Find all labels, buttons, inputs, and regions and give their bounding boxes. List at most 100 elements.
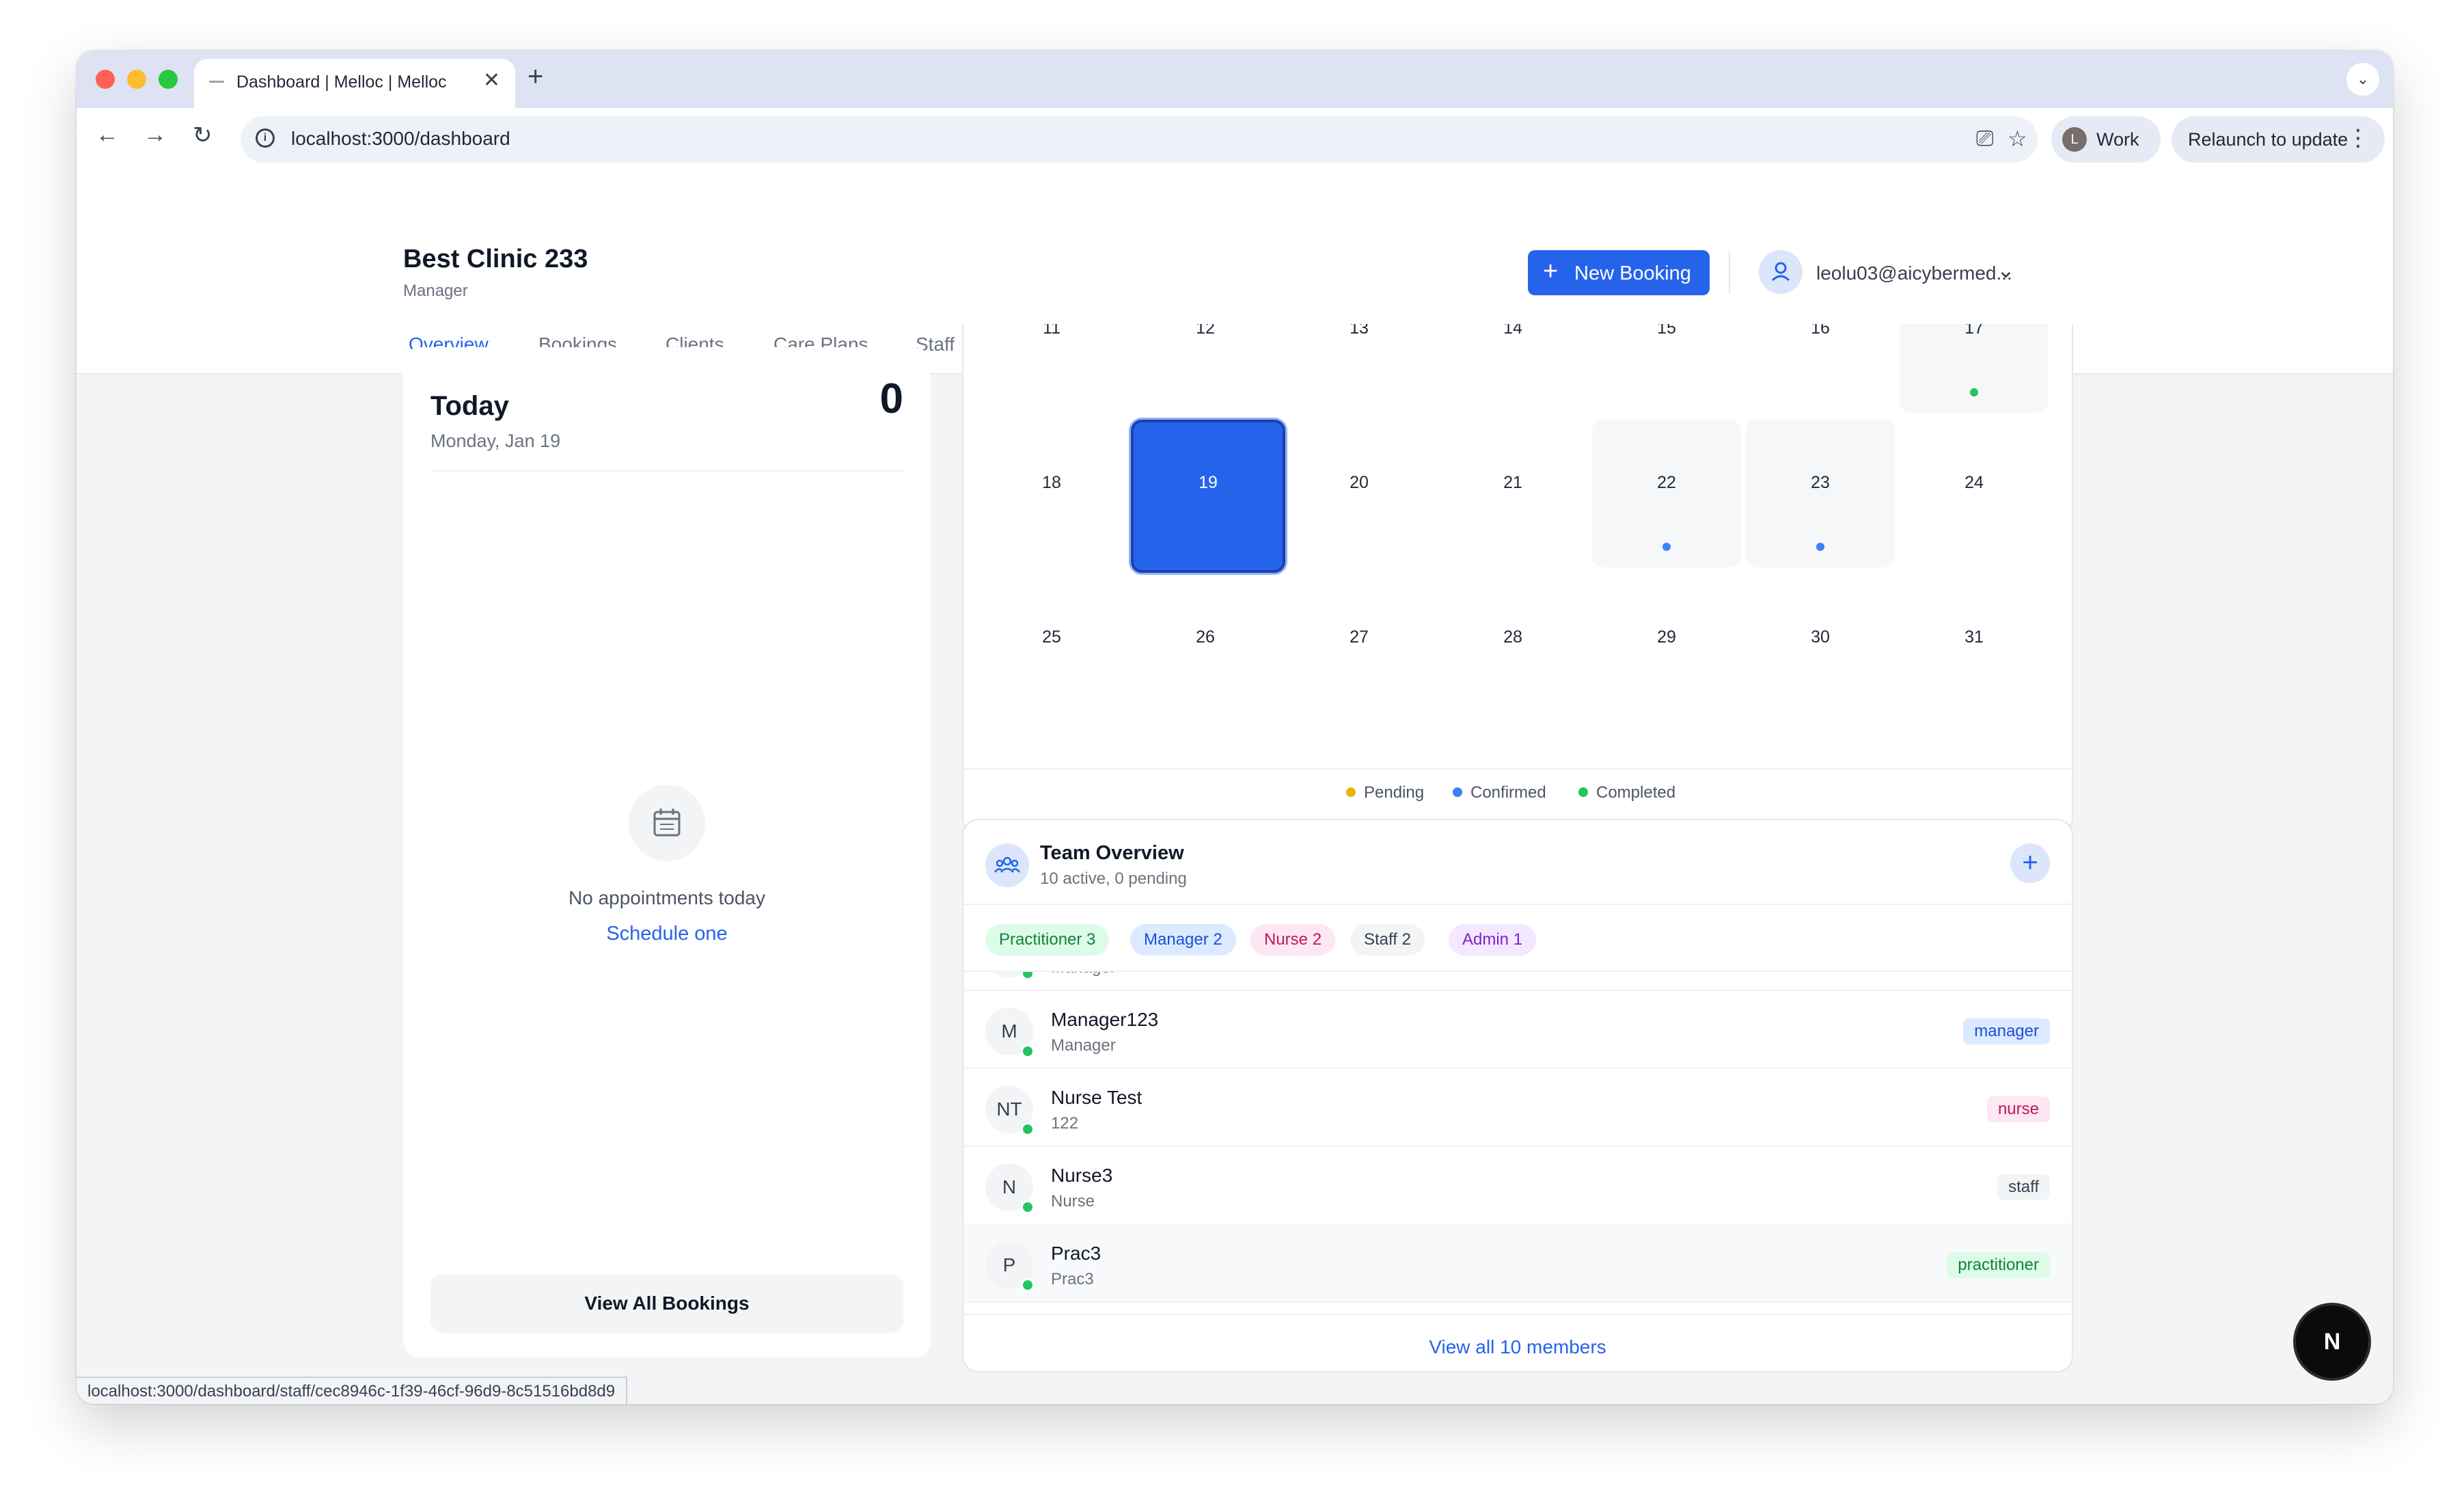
divider (430, 470, 903, 472)
close-window-button[interactable] (96, 70, 115, 89)
tab-search-icon[interactable]: ⌄ (2346, 63, 2379, 96)
role-badge: staff (1997, 1174, 2050, 1200)
calendar-day[interactable]: 27 (1285, 574, 1434, 722)
reload-icon[interactable]: ↻ (193, 122, 213, 149)
team-icon (985, 843, 1029, 887)
calendar-day-number: 22 (1657, 473, 1676, 492)
user-icon (1771, 262, 1790, 282)
calendar-day-number: 18 (1042, 473, 1061, 492)
browser-tab[interactable]: Dashboard | Melloc | Melloc ✕ (194, 59, 515, 108)
more-menu-icon[interactable]: ⋮ (2346, 124, 2370, 152)
booking-status-dot (1662, 543, 1671, 551)
address-input[interactable]: localhost:3000/dashboard (291, 128, 510, 150)
calendar-day[interactable]: 31 (1900, 574, 2049, 722)
calendar-day-number: 13 (1350, 324, 1369, 338)
role-pill[interactable]: Nurse 2 (1250, 924, 1336, 956)
new-booking-label: New Booking (1574, 262, 1691, 284)
calendar-day[interactable]: 15 (1592, 324, 1741, 413)
legend-dot (1346, 787, 1356, 797)
new-tab-button[interactable]: + (528, 62, 543, 92)
calendar-day[interactable]: 23 (1746, 420, 1895, 567)
legend-item: Confirmed (1453, 783, 1546, 802)
calendar-day[interactable]: 18 (977, 420, 1126, 567)
zoom-window-button[interactable] (159, 70, 178, 89)
calendar-day[interactable]: 25 (977, 574, 1126, 722)
member-subtitle: Manager (1051, 972, 1116, 977)
calendar-day[interactable]: 20 (1285, 420, 1434, 567)
today-title: Today (430, 391, 509, 421)
view-all-bookings-button[interactable]: View All Bookings (430, 1274, 903, 1333)
divider (963, 904, 2072, 905)
view-all-members-link[interactable]: View all 10 members (963, 1336, 2072, 1358)
legend-item: Pending (1346, 783, 1424, 802)
calendar-day[interactable]: 21 (1438, 420, 1587, 567)
member-subtitle: Prac3 (1051, 1270, 1094, 1288)
relaunch-button[interactable]: Relaunch to update ⋮ (2172, 116, 2385, 163)
calendar-day[interactable]: 13 (1285, 324, 1434, 413)
role-badge: nurse (1986, 1096, 2050, 1122)
member-subtitle: 122 (1051, 1114, 1079, 1133)
close-tab-icon[interactable]: ✕ (483, 68, 500, 92)
profile-button[interactable]: L Work (2051, 116, 2161, 163)
calendar-day[interactable]: 12 (1131, 324, 1280, 413)
role-pill[interactable]: Manager 2 (1130, 924, 1236, 956)
calendar-day[interactable]: 19 (1131, 420, 1285, 573)
role-badge: practitioner (1947, 1252, 2050, 1278)
bookmark-star-icon[interactable]: ☆ (2008, 126, 2027, 152)
devtools-button[interactable]: N (2293, 1303, 2371, 1381)
calendar-day[interactable]: 16 (1746, 324, 1895, 413)
calendar-day-number: 23 (1811, 473, 1830, 492)
calendar-day-number: 24 (1965, 473, 1984, 492)
calendar-day[interactable]: 24 (1900, 420, 2049, 567)
address-bar[interactable]: i localhost:3000/dashboard ⎚ ☆ (241, 116, 2038, 163)
calendar-day[interactable]: 14 (1438, 324, 1587, 413)
calendar-day-number: 28 (1503, 627, 1522, 647)
back-icon[interactable]: ← (96, 122, 119, 148)
legend-label: Confirmed (1470, 783, 1546, 802)
minimize-window-button[interactable] (127, 70, 146, 89)
calendar-day[interactable]: 28 (1438, 574, 1587, 722)
browser-window: Dashboard | Melloc | Melloc ✕ + ⌄ ← → ↻ … (77, 51, 2393, 1404)
site-info-icon[interactable]: i (256, 129, 275, 148)
team-subtitle: 10 active, 0 pending (1040, 869, 1187, 888)
calendar-icon (629, 785, 705, 861)
today-count: 0 (879, 375, 903, 422)
divider (963, 1314, 2072, 1315)
role-badge: manager (1963, 1018, 2050, 1044)
plus-icon: + (1543, 257, 1559, 286)
user-email[interactable]: leolu03@aicybermed... (1816, 262, 2012, 284)
new-booking-button[interactable]: + New Booking (1528, 250, 1710, 295)
calendar-day[interactable]: 11 (977, 324, 1126, 413)
calendar-day[interactable]: 29 (1592, 574, 1741, 722)
member-subtitle: Nurse (1051, 1192, 1095, 1211)
role-pill[interactable]: Practitioner 3 (985, 924, 1110, 956)
chevron-down-icon[interactable]: ⌄ (1997, 257, 2015, 283)
member-row[interactable]: N Nurse3 Nurse staff (963, 1146, 2072, 1225)
schedule-one-link[interactable]: Schedule one (403, 923, 931, 945)
member-subtitle: Manager (1051, 1036, 1116, 1055)
calendar-day-number: 16 (1811, 324, 1830, 338)
calendar-day-number: 17 (1965, 324, 1984, 338)
member-row[interactable]: M Manager123 Manager manager (963, 990, 2072, 1069)
member-name: Nurse Test (1051, 1087, 1142, 1108)
header-divider (1729, 252, 1730, 294)
add-member-button[interactable]: + (2010, 843, 2050, 883)
member-row[interactable]: LLManagermanager (963, 972, 2072, 991)
calendar-day[interactable]: 26 (1131, 574, 1280, 722)
calendar-day-number: 27 (1350, 627, 1369, 647)
calendar-day[interactable]: 30 (1746, 574, 1895, 722)
calendar-day-number: 25 (1042, 627, 1061, 647)
forward-icon[interactable]: → (143, 122, 167, 148)
calendar-day[interactable]: 17 (1900, 324, 2049, 413)
member-row[interactable]: NT Nurse Test 122 nurse (963, 1068, 2072, 1147)
install-app-icon[interactable]: ⎚ (1976, 126, 1994, 152)
user-avatar[interactable] (1759, 250, 1803, 294)
member-row[interactable]: P Prac3 Prac3 practitioner (963, 1223, 2072, 1303)
calendar-day[interactable]: 22 (1592, 420, 1741, 567)
calendar-day-number: 26 (1196, 627, 1215, 647)
role-pill[interactable]: Staff 2 (1350, 924, 1425, 956)
today-date: Monday, Jan 19 (430, 431, 561, 451)
online-status-dot (1021, 1200, 1035, 1214)
calendar-day-number: 30 (1811, 627, 1830, 647)
role-pill[interactable]: Admin 1 (1449, 924, 1537, 956)
